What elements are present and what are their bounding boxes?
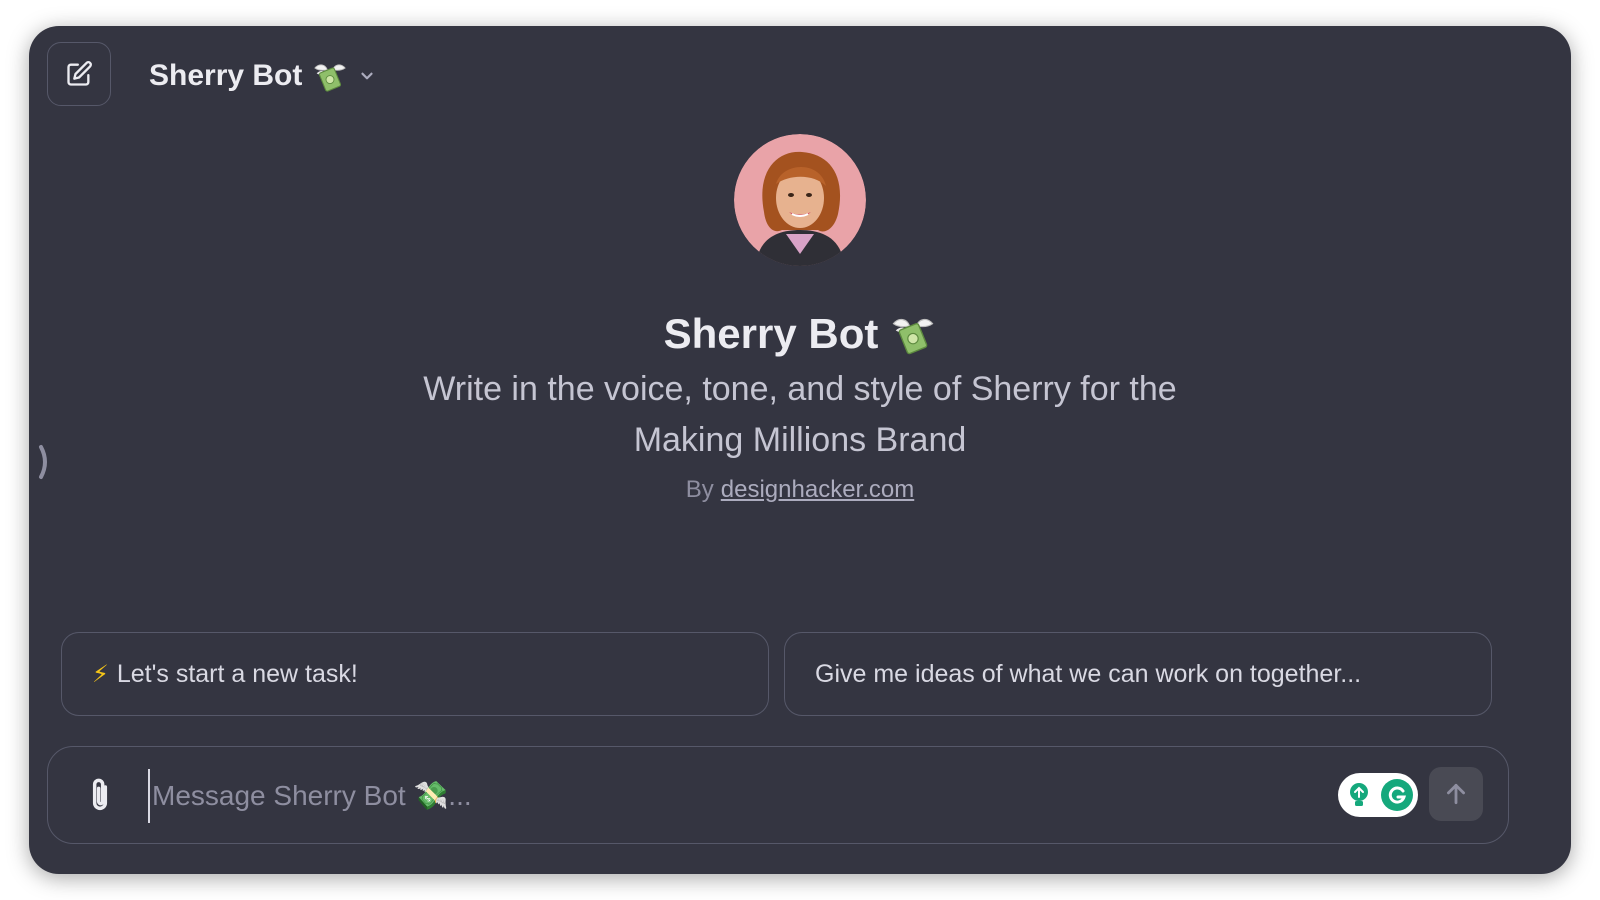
by-label: By	[685, 476, 714, 503]
money-with-wings-icon	[890, 313, 936, 355]
gpt-title: Sherry Bot	[664, 310, 937, 358]
paperclip-icon[interactable]	[84, 775, 116, 815]
message-composer	[47, 746, 1509, 844]
author-byline: By designhacker.com	[686, 476, 914, 504]
message-input[interactable]	[148, 769, 1224, 823]
model-name: Sherry Bot	[149, 59, 303, 92]
lightbulb-extension-icon[interactable]	[1343, 779, 1376, 811]
suggestion-ideas[interactable]: Give me ideas of what we can work on tog…	[784, 632, 1492, 716]
suggestion-new-task[interactable]: ⚡ Let's start a new task!	[61, 632, 769, 716]
gpt-description: Write in the voice, tone, and style of S…	[423, 370, 1177, 459]
avatar	[734, 134, 866, 266]
chevron-down-icon	[361, 72, 373, 80]
app-window: Sherry Bot Sherry Bot Write in the voice…	[29, 26, 1571, 874]
money-with-wings-icon	[312, 60, 348, 92]
suggestion-label: Give me ideas of what we can work on tog…	[815, 659, 1362, 688]
new-chat-button[interactable]	[47, 42, 111, 106]
suggestion-label: Let's start a new task!	[116, 659, 358, 688]
author-link[interactable]: designhacker.com	[721, 476, 914, 504]
send-button[interactable]	[1429, 767, 1483, 821]
arrow-up-icon	[1447, 783, 1465, 805]
edit-icon	[67, 61, 92, 86]
grammarly-icon[interactable]	[1380, 779, 1413, 811]
extension-pill	[1338, 773, 1418, 817]
model-selector[interactable]: Sherry Bot	[149, 54, 376, 98]
gpt-name: Sherry Bot	[663, 310, 879, 357]
gpt-intro: Sherry Bot Write in the voice, tone, and…	[29, 134, 1571, 504]
lightning-icon: ⚡	[92, 660, 109, 688]
